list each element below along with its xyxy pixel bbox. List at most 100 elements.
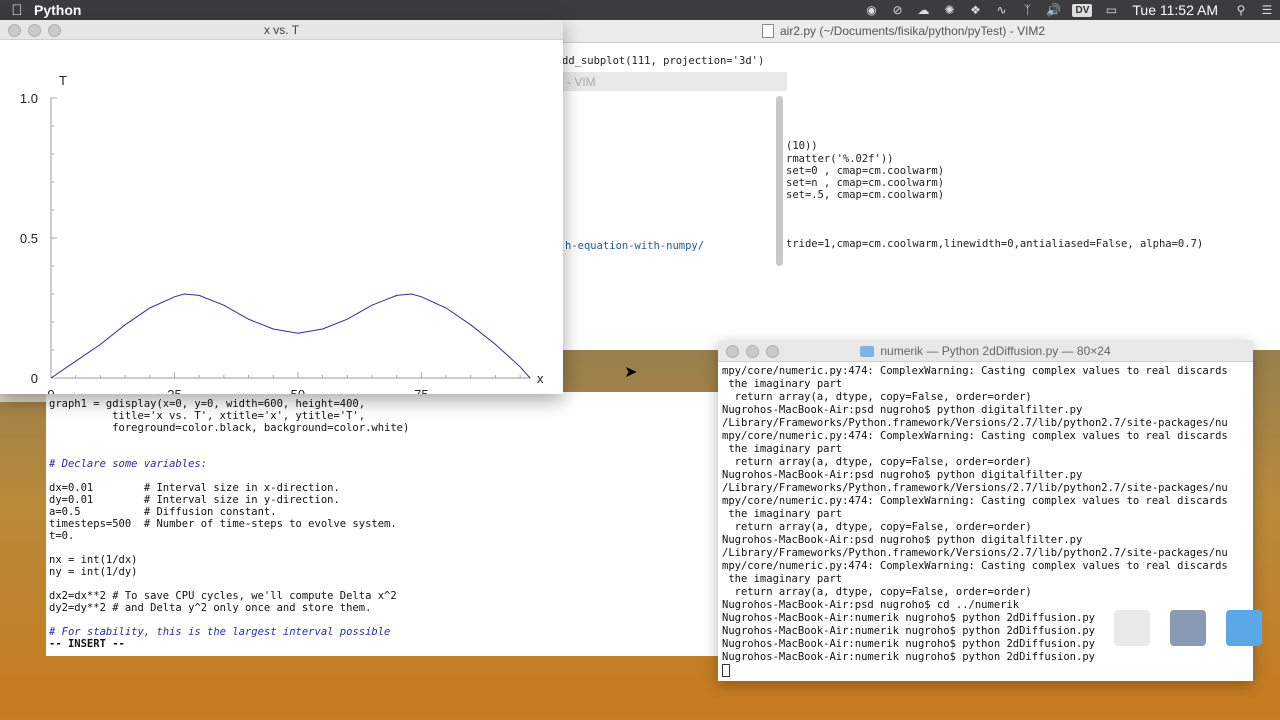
terminal-line: return array(a, dtype, copy=False, order… (722, 391, 1032, 403)
code-line: dx2=dx**2 # To save CPU cycles, we'll co… (49, 590, 397, 602)
bluetooth-icon[interactable]: ᛉ (1014, 3, 1040, 17)
code-line: t=0. (49, 530, 75, 542)
terminal-titlebar[interactable]: numerik — Python 2dDiffusion.py — 80×24 (718, 341, 1253, 362)
code-line: title='x vs. T', xtitle='x', ytitle='T', (49, 410, 366, 422)
vim-inner-title: - VIM (561, 72, 787, 91)
document-icon[interactable] (1114, 610, 1150, 646)
minimize-button[interactable] (28, 24, 41, 37)
terminal-line: return array(a, dtype, copy=False, order… (722, 456, 1032, 468)
vim-window-title: air2.py (~/Documents/fisika/python/pyTes… (780, 24, 1046, 38)
block-icon[interactable]: ⊘ (884, 3, 910, 17)
code-line: ny = int(1/dy) (49, 566, 138, 578)
y-tick-label: 1.0 (20, 91, 38, 106)
pinwheel-icon[interactable]: ✺ (936, 3, 962, 17)
plot-titlebar[interactable]: x vs. T (0, 20, 563, 40)
notification-center-icon[interactable]: ☰ (1254, 3, 1280, 17)
terminal-line: Nugrohos-MacBook-Air:numerik nugroho$ py… (722, 651, 1095, 663)
minimize-button[interactable] (746, 345, 759, 358)
terminal-line: the imaginary part (722, 443, 843, 455)
x-axis-label: x (537, 371, 544, 386)
document-icon (762, 24, 774, 38)
terminal-line: mpy/core/numeric.py:474: ComplexWarning:… (722, 365, 1228, 377)
terminal-line: Nugrohos-MacBook-Air:psd nugroho$ python… (722, 534, 1083, 546)
record-icon[interactable]: ◉ (858, 3, 884, 17)
code-line: a=0.5 # Diffusion constant. (49, 506, 277, 518)
series-line (50, 293, 531, 379)
code-line: # For stability, this is the largest int… (49, 626, 391, 638)
terminal-line: /Library/Frameworks/Python.framework/Ver… (722, 547, 1228, 559)
terminal-line: Nugrohos-MacBook-Air:numerik nugroho$ py… (722, 625, 1095, 637)
line-chart: 0 25 50 75 0 0.5 1.0 x T (20, 73, 544, 402)
code-line: graph1 = gdisplay(x=0, y=0, width=600, h… (49, 398, 366, 410)
menu-bar:  Python ◉ ⊘ ☁ ✺ ❖ ∿ ᛉ 🔊 DV ▭ Tue 11:52 … (0, 0, 1280, 20)
code-line: dx=0.01 # Interval size in x-direction. (49, 482, 340, 494)
terminal-title: numerik — Python 2dDiffusion.py — 80×24 (880, 344, 1111, 358)
code-line: rmatter('%.02f')) (786, 153, 894, 165)
cloud-icon[interactable]: ☁ (910, 3, 936, 17)
vim-inner-window[interactable]: - VIM h-equation-with-numpy/ (560, 72, 787, 350)
x-tick-label: 25 (167, 387, 181, 394)
terminal-line: mpy/core/numeric.py:474: ComplexWarning:… (722, 430, 1228, 442)
window-controls (726, 345, 779, 358)
terminal-line: Nugrohos-MacBook-Air:psd nugroho$ python… (722, 404, 1083, 416)
scrollbar[interactable] (776, 96, 783, 266)
y-tick-label: 0 (31, 371, 38, 386)
spotlight-search-icon[interactable]: ⚲ (1228, 3, 1254, 17)
terminal-line: return array(a, dtype, copy=False, order… (722, 521, 1032, 533)
code-line: set=.5, cmap=cm.coolwarm) (786, 189, 945, 201)
code-line: dd_subplot(111, projection='3d') (562, 55, 765, 67)
code-line: foreground=color.black, background=color… (49, 422, 410, 434)
window-controls (8, 24, 61, 37)
terminal-line: /Library/Frameworks/Python.framework/Ver… (722, 482, 1228, 494)
x-tick-label: 50 (291, 387, 305, 394)
code-line: nx = int(1/dx) (49, 554, 138, 566)
terminal-line: Nugrohos-MacBook-Air:psd nugroho$ cd ../… (722, 599, 1020, 611)
terminal-line: the imaginary part (722, 508, 843, 520)
code-line: # Declare some variables: (49, 458, 208, 470)
battery-icon[interactable]: ▭ (1098, 3, 1124, 17)
terminal-line: the imaginary part (722, 378, 843, 390)
apple-menu-icon[interactable]:  (0, 2, 34, 19)
code-line: timesteps=500 # Number of time-steps to … (49, 518, 397, 530)
x-tick-label: 75 (414, 387, 428, 394)
file-icon[interactable] (1170, 610, 1206, 646)
url-fragment: h-equation-with-numpy/ (565, 240, 705, 252)
zoom-button[interactable] (766, 345, 779, 358)
terminal-line: /Library/Frameworks/Python.framework/Ver… (722, 417, 1228, 429)
folder-icon (860, 345, 875, 357)
terminal-line: mpy/core/numeric.py:474: ComplexWarning:… (722, 495, 1228, 507)
terminal-line: mpy/core/numeric.py:474: ComplexWarning:… (722, 560, 1228, 572)
zoom-button[interactable] (48, 24, 61, 37)
close-button[interactable] (8, 24, 21, 37)
folder-icon[interactable] (1226, 610, 1262, 646)
code-line: set=0 , cmap=cm.coolwarm) (786, 165, 945, 177)
vim-titlebar[interactable]: air2.py (~/Documents/fisika/python/pyTes… (560, 20, 1280, 43)
code-line: tride=1,cmap=cm.coolwarm,linewidth=0,ant… (786, 238, 1204, 250)
mouse-pointer-icon: ➤ (624, 364, 638, 381)
volume-icon[interactable]: 🔊 (1040, 3, 1066, 17)
x-tick-label: 0 (47, 387, 54, 394)
terminal-line: Nugrohos-MacBook-Air:numerik nugroho$ py… (722, 638, 1095, 650)
plot-window-title: x vs. T (263, 22, 300, 37)
code-line: dy=0.01 # Interval size in y-direction. (49, 494, 340, 506)
terminal-line: return array(a, dtype, copy=False, order… (722, 586, 1032, 598)
app-menu-python[interactable]: Python (34, 2, 81, 18)
terminal-line: Nugrohos-MacBook-Air:psd nugroho$ python… (722, 469, 1083, 481)
status-area: ◉ ⊘ ☁ ✺ ❖ ∿ ᛉ 🔊 DV ▭ Tue 11:52 AM ⚲ ☰ (858, 2, 1280, 18)
plot-window[interactable]: x vs. T 0 25 50 75 0 0.5 1.0 x T (0, 20, 563, 402)
wifi-icon[interactable]: ∿ (988, 3, 1014, 17)
terminal-line: Nugrohos-MacBook-Air:numerik nugroho$ py… (722, 612, 1095, 624)
code-line: dy2=dy**2 # and Delta y^2 only once and … (49, 602, 372, 614)
code-line: set=n , cmap=cm.coolwarm) (786, 177, 945, 189)
code-editor[interactable]: graph1 = gdisplay(x=0, y=0, width=600, h… (46, 392, 720, 656)
code-line: -- INSERT -- (49, 638, 125, 650)
dropbox-icon[interactable]: ❖ (962, 3, 988, 17)
code-line: (10)) (786, 140, 818, 152)
terminal-cursor (722, 664, 730, 677)
clock[interactable]: Tue 11:52 AM (1132, 2, 1218, 18)
y-axis-label: T (59, 73, 67, 88)
terminal-line: the imaginary part (722, 573, 843, 585)
y-tick-label: 0.5 (20, 231, 38, 246)
close-button[interactable] (726, 345, 739, 358)
input-source-badge[interactable]: DV (1072, 3, 1093, 17)
